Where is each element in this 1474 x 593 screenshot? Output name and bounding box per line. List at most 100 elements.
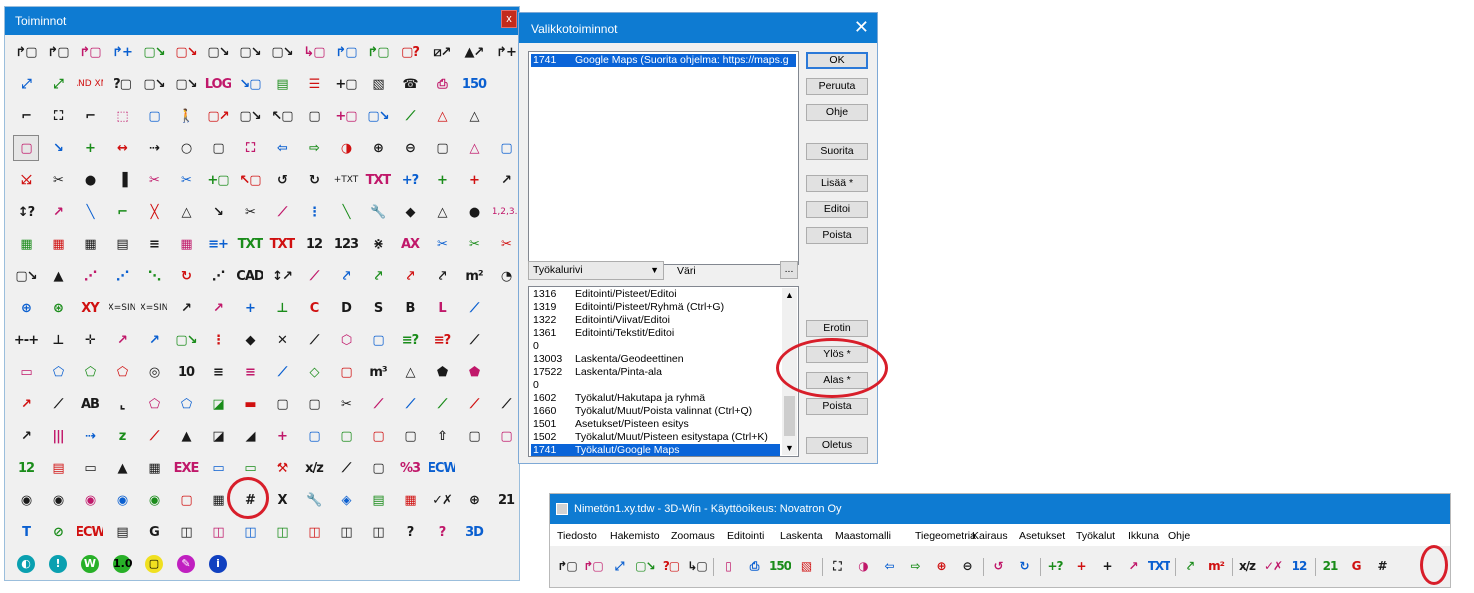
palette-tool-icon[interactable]: ⟋ (365, 391, 391, 417)
palette-tool-icon[interactable]: + (429, 167, 455, 193)
palette-tool-icon[interactable]: ⟋ (269, 199, 295, 225)
palette-tool-icon[interactable]: ▲ (45, 263, 71, 289)
palette-tool-icon[interactable]: ↗ (205, 295, 231, 321)
palette-tool-icon[interactable]: ⊕ (461, 487, 487, 513)
palette-tool-icon[interactable]: ▢↘ (173, 327, 199, 353)
palette-tool-icon[interactable]: ⟋ (301, 263, 327, 289)
palette-tool-icon[interactable]: ! (45, 551, 71, 577)
palette-tool-icon[interactable]: ▢ (493, 135, 519, 161)
palette-tool-icon[interactable]: ▢↘ (205, 39, 231, 65)
list-item[interactable]: 1502 Työkalut/Muut/Pisteen esitystapa (Ct… (531, 431, 780, 444)
toolbar-tool-icon[interactable]: ↱▢ (582, 554, 604, 578)
toolbar-tool-icon[interactable]: x/z (1236, 554, 1258, 578)
palette-tool-icon[interactable]: ≡ (205, 359, 231, 385)
palette-tool-icon[interactable]: ||| (45, 423, 71, 449)
palette-tool-icon[interactable]: W (77, 551, 103, 577)
palette-tool-icon[interactable]: ⟋ (45, 391, 71, 417)
palette-tool-icon[interactable]: ▢? (397, 39, 423, 65)
palette-tool-icon[interactable]: 1,2,3.. (493, 199, 519, 225)
palette-tool-icon[interactable]: ▢ (333, 423, 359, 449)
toiminnot-titlebar[interactable]: Toiminnot x (5, 7, 519, 35)
palette-tool-icon[interactable]: +? (397, 167, 423, 193)
palette-tool-icon[interactable]: ↗ (45, 199, 71, 225)
list-item[interactable]: 1319 Editointi/Pisteet/Ryhmä (Ctrl+G) (531, 301, 780, 314)
palette-tool-icon[interactable]: ▢↘ (365, 103, 391, 129)
menu-item[interactable]: Asetukset (1019, 530, 1065, 542)
toolbar-tool-icon[interactable]: ?▢ (660, 554, 682, 578)
toolbar-tool-icon[interactable]: ↱▢ (556, 554, 578, 578)
palette-tool-icon[interactable]: ↘▢ (237, 71, 263, 97)
palette-tool-icon[interactable]: ECW (429, 455, 455, 481)
palette-tool-icon[interactable]: 1.0 (109, 551, 135, 577)
palette-tool-icon[interactable]: TXT (269, 231, 295, 257)
palette-tool-icon[interactable]: ↳▢ (301, 39, 327, 65)
palette-tool-icon[interactable]: D (333, 295, 359, 321)
toolbar-tool-icon[interactable]: G (1345, 554, 1367, 578)
palette-tool-icon[interactable]: ⌐ (77, 103, 103, 129)
toolbar-type-select[interactable]: Työkalurivi ▼ (528, 261, 664, 280)
palette-tool-icon[interactable]: ▢ (141, 551, 167, 577)
palette-tool-icon[interactable]: 10 (173, 359, 199, 385)
toolbar-tool-icon[interactable]: ⊖ (956, 554, 978, 578)
palette-tool-icon[interactable]: ⬠ (173, 391, 199, 417)
palette-tool-icon[interactable]: ↻ (301, 167, 327, 193)
palette-tool-icon[interactable]: ☰ (301, 71, 327, 97)
palette-tool-icon[interactable]: ◪ (205, 423, 231, 449)
palette-tool-icon[interactable]: ▢↗ (205, 103, 231, 129)
palette-tool-icon[interactable]: ▭ (13, 359, 39, 385)
toolbar-tool-icon[interactable]: ↗ (1122, 554, 1144, 578)
palette-tool-icon[interactable]: ↗ (13, 423, 39, 449)
palette-tool-icon[interactable]: ⋰ (109, 263, 135, 289)
palette-tool-icon[interactable]: ↱+ (493, 39, 519, 65)
toolbar-tool-icon[interactable]: ⇦ (878, 554, 900, 578)
palette-tool-icon[interactable]: ⋮ (301, 199, 327, 225)
palette-tool-icon[interactable]: ▢ (13, 135, 39, 161)
palette-tool-icon[interactable]: ✓✗ (429, 487, 455, 513)
toiminnot-close-button[interactable]: x (501, 10, 517, 28)
toolbar-items-listbox[interactable]: ▲ ▼ 1316 Editointi/Pisteet/Editoi 1319 Edit… (528, 286, 799, 457)
palette-tool-icon[interactable]: ▢↘ (141, 71, 167, 97)
palette-tool-icon[interactable]: ?▢ (109, 71, 135, 97)
palette-tool-icon[interactable]: ≡? (397, 327, 423, 353)
valikko-close-icon[interactable]: ✕ (854, 18, 869, 36)
palette-tool-icon[interactable]: X (269, 487, 295, 513)
palette-tool-icon[interactable]: ▢ (173, 487, 199, 513)
palette-tool-icon[interactable]: ▭ (77, 455, 103, 481)
list-item[interactable]: 1361 Editointi/Tekstit/Editoi (531, 327, 780, 340)
palette-tool-icon[interactable]: ▢↘ (173, 71, 199, 97)
toolbar-tool-icon[interactable]: +? (1044, 554, 1066, 578)
palette-tool-icon[interactable]: ⤩ (13, 167, 39, 193)
list-item[interactable]: 1501 Asetukset/Pisteen esitys (531, 418, 780, 431)
scroll-up-icon[interactable]: ▲ (782, 290, 797, 300)
palette-tool-icon[interactable]: ▢ (301, 391, 327, 417)
palette-tool-icon[interactable]: ▬ (237, 391, 263, 417)
palette-tool-icon[interactable]: ╲ (77, 199, 103, 225)
palette-tool-icon[interactable]: ▲ (173, 423, 199, 449)
toolbar-tool-icon[interactable]: m² (1205, 554, 1227, 578)
palette-tool-icon[interactable]: ↗ (493, 167, 519, 193)
palette-tool-icon[interactable]: ↖▢ (269, 103, 295, 129)
palette-tool-icon[interactable]: ⤤ (397, 263, 423, 289)
palette-tool-icon[interactable]: △ (429, 199, 455, 225)
palette-tool-icon[interactable]: ⬚ (109, 103, 135, 129)
palette-tool-icon[interactable]: ◫ (205, 519, 231, 545)
palette-tool-icon[interactable]: ⊛ (45, 295, 71, 321)
palette-tool-icon[interactable]: ╳ (141, 199, 167, 225)
palette-tool-icon[interactable]: ⟋ (461, 391, 487, 417)
palette-tool-icon[interactable]: ⊕ (13, 295, 39, 321)
palette-tool-icon[interactable]: ⊥ (45, 327, 71, 353)
palette-tool-icon[interactable]: AX (397, 231, 423, 257)
palette-tool-icon[interactable]: ╲ (333, 199, 359, 225)
palette-tool-icon[interactable]: z (109, 423, 135, 449)
palette-tool-icon[interactable]: ECW (77, 519, 103, 545)
color-picker-button[interactable]: ... (780, 261, 798, 279)
palette-tool-icon[interactable]: ▢ (301, 103, 327, 129)
toolbar-tool-icon[interactable]: ⛶ (826, 554, 848, 578)
palette-tool-icon[interactable]: 123 (333, 231, 359, 257)
list-item[interactable]: 17522 Laskenta/Pinta-ala (531, 366, 780, 379)
palette-tool-icon[interactable]: △ (461, 135, 487, 161)
palette-tool-icon[interactable]: ◫ (269, 519, 295, 545)
palette-tool-icon[interactable]: ⇦ (269, 135, 295, 161)
palette-tool-icon[interactable]: ⎙ (429, 71, 455, 97)
palette-tool-icon[interactable]: ⇢ (77, 423, 103, 449)
